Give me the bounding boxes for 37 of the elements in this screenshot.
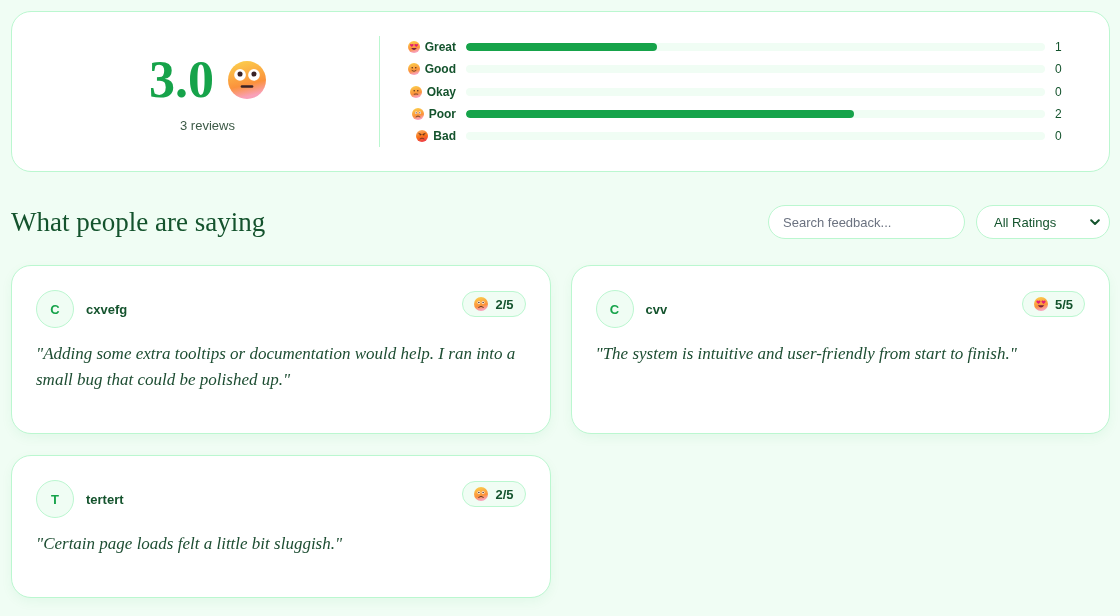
reviewer-name: tertert <box>86 491 124 507</box>
angry-face-icon <box>416 129 429 142</box>
rating-label: Okay <box>426 84 456 99</box>
review-count: 3 reviews <box>180 118 235 133</box>
rating-label: Poor <box>428 106 456 121</box>
review-quote: "The system is intuitive and user-friendly from start to finish." <box>595 343 1018 365</box>
heart-eyes-face-icon <box>407 41 420 54</box>
frowning-face-icon <box>474 487 489 501</box>
rating-count: 0 <box>1055 62 1063 77</box>
chevron-down-icon <box>1090 219 1100 226</box>
search-field[interactable]: Search feedback... <box>768 205 965 239</box>
wide-eyed-face-icon <box>228 61 266 99</box>
rating-score: 5/5 <box>1054 296 1073 312</box>
rating-label: Bad <box>433 128 456 143</box>
section-title: What people are saying <box>11 206 266 238</box>
avatar-initial: T <box>36 480 74 518</box>
rating-label: Good <box>424 62 456 77</box>
frowning-face-icon <box>474 297 489 311</box>
rating-label: Great <box>424 40 456 55</box>
smiling-face-icon <box>407 63 420 76</box>
rating-filter-select[interactable]: All Ratings <box>976 205 1110 239</box>
avatar-initial: C <box>36 290 74 328</box>
avatar-initial: C <box>595 290 634 328</box>
rating-count: 0 <box>1055 128 1063 143</box>
reviewer-name: cvv <box>645 301 668 317</box>
heart-eyes-face-icon <box>1033 297 1048 311</box>
average-score: 3.0 <box>149 50 214 110</box>
rating-score: 2/5 <box>495 296 514 312</box>
rating-count: 0 <box>1055 84 1063 99</box>
frowning-face-icon <box>411 107 424 120</box>
review-quote: "Adding some extra tooltips or documentation would help. I ran into a small bug that could be polished up." <box>36 343 517 391</box>
rating-count: 1 <box>1055 40 1063 55</box>
neutral-face-icon <box>409 85 422 98</box>
review-quote: "Certain page loads felt a little bit sluggish." <box>36 533 344 555</box>
rating-count: 2 <box>1055 106 1063 121</box>
reviewer-name: cxvefg <box>86 301 128 317</box>
rating-score: 2/5 <box>495 486 514 502</box>
